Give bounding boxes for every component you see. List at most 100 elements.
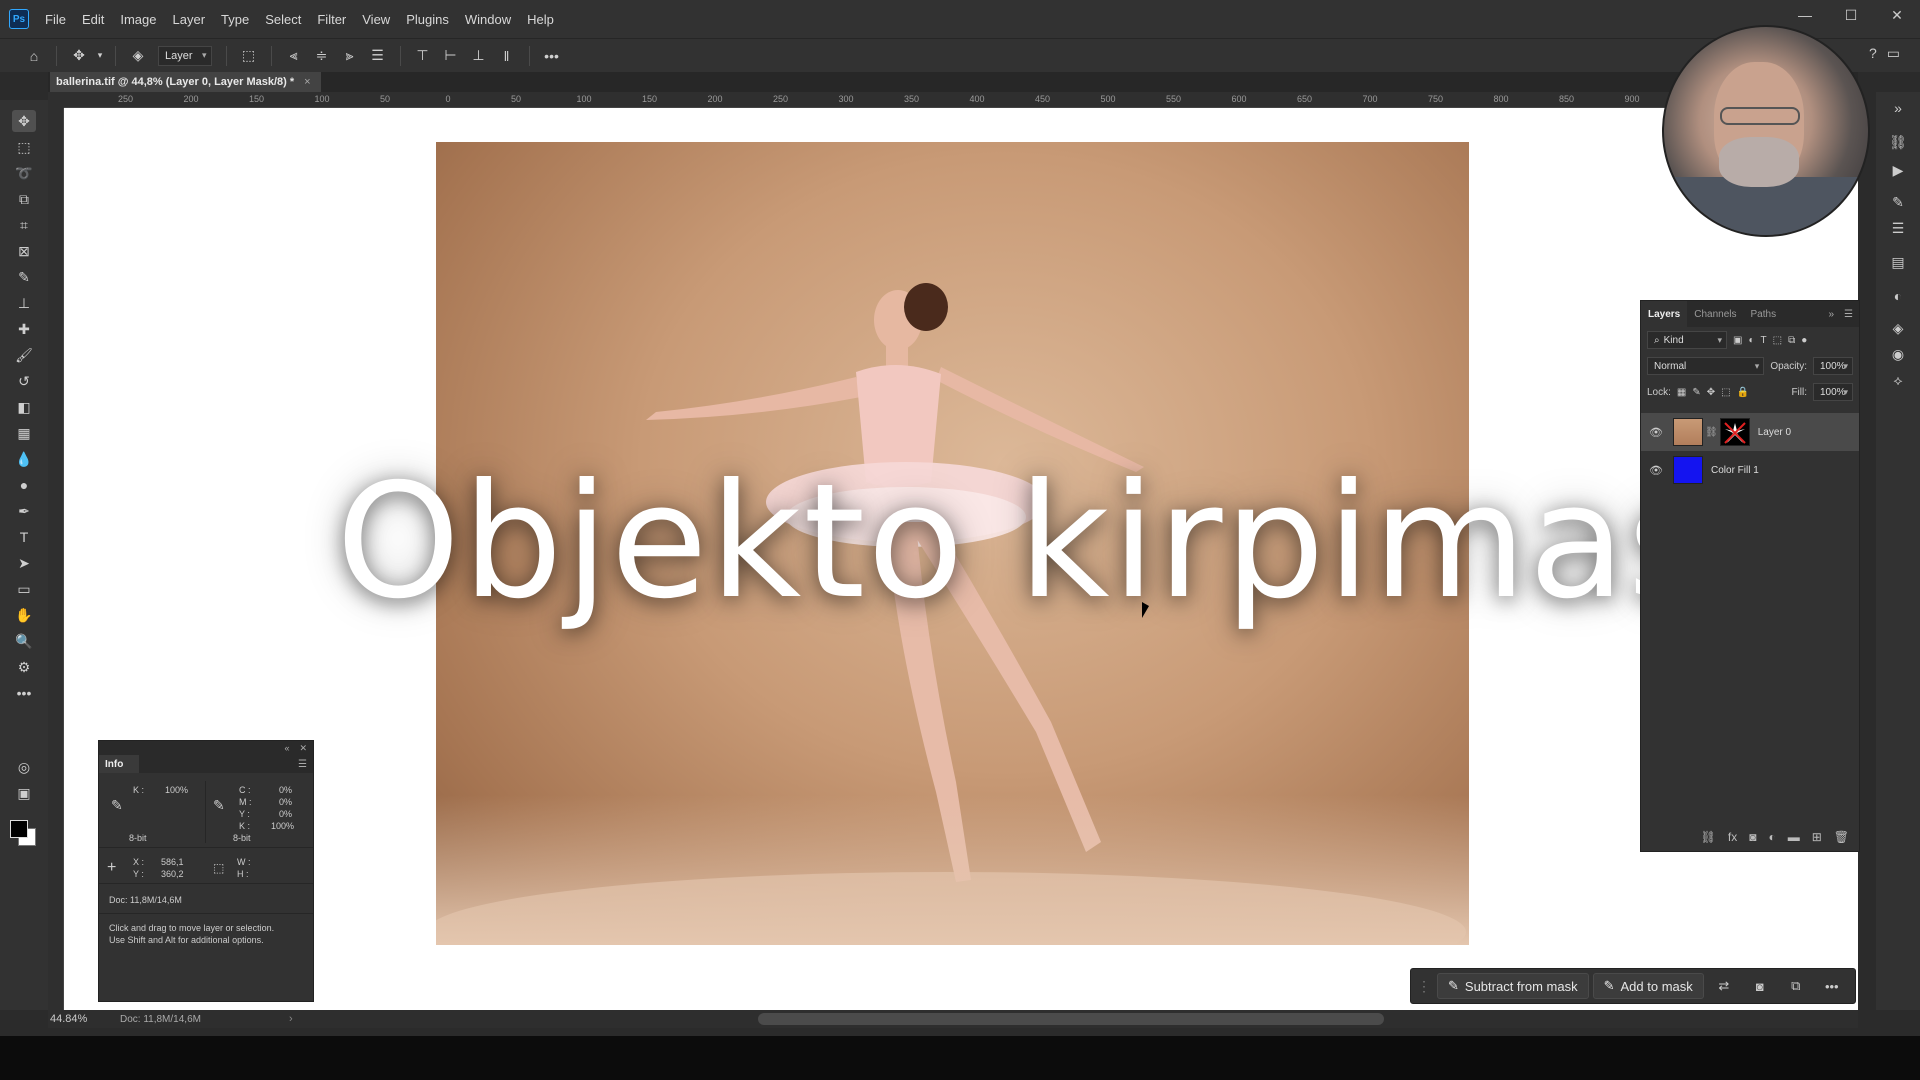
new-group-icon[interactable]: ▬ — [1788, 830, 1800, 844]
menu-window[interactable]: Window — [457, 0, 519, 38]
zoom-tool-icon[interactable]: 🔍 — [12, 630, 36, 652]
quick-mask-icon[interactable]: ◎ — [12, 756, 36, 778]
vertical-ruler[interactable] — [48, 108, 64, 1010]
filter-kind-dropdown[interactable]: ⌕ Kind — [1647, 331, 1727, 349]
hand-tool-icon[interactable]: ✋ — [12, 604, 36, 626]
healing-brush-icon[interactable]: ✚ — [12, 318, 36, 340]
marquee-tool-icon[interactable]: ⬚ — [12, 136, 36, 158]
properties-icon[interactable]: ☰ — [1888, 218, 1908, 238]
align-top-icon[interactable]: ⊤ — [411, 44, 435, 68]
move-tool-icon[interactable]: ✥ — [67, 44, 91, 68]
filter-smart-icon[interactable]: ⧉ — [1788, 335, 1795, 346]
eraser-tool-icon[interactable]: ◧ — [12, 396, 36, 418]
layer-mask-thumbnail[interactable] — [1719, 418, 1750, 446]
menu-edit[interactable]: Edit — [74, 0, 112, 38]
eyedropper-tool-icon[interactable]: ✎ — [12, 266, 36, 288]
more-options-icon[interactable]: ••• — [540, 44, 564, 68]
align-middle-icon[interactable]: ⊢ — [439, 44, 463, 68]
delete-layer-icon[interactable]: 🗑 — [1834, 830, 1849, 844]
move-tool-icon[interactable]: ✥ — [12, 110, 36, 132]
help-icon[interactable]: ? — [1869, 45, 1877, 62]
lock-position-icon[interactable]: ✥ — [1707, 387, 1715, 398]
menu-layer[interactable]: Layer — [165, 0, 214, 38]
maximize-icon[interactable]: ☐ — [1828, 0, 1874, 30]
collapse-icon[interactable]: « — [284, 743, 289, 753]
opacity-field[interactable]: 100% — [1813, 357, 1853, 375]
align-center-icon[interactable]: ≑ — [310, 44, 334, 68]
filter-adjustment-icon[interactable]: ◐ — [1748, 335, 1754, 346]
tab-channels[interactable]: Channels — [1687, 301, 1743, 327]
lock-artboard-icon[interactable]: ⬚ — [1721, 387, 1730, 398]
lock-transparent-icon[interactable]: ▦ — [1677, 387, 1686, 398]
menu-select[interactable]: Select — [257, 0, 309, 38]
menu-help[interactable]: Help — [519, 0, 562, 38]
filter-pixel-icon[interactable]: ▣ — [1733, 335, 1742, 346]
close-icon[interactable]: ✕ — [1874, 0, 1920, 30]
lasso-tool-icon[interactable]: ➰ — [12, 162, 36, 184]
link-layers-icon[interactable]: ⛓ — [1701, 830, 1716, 844]
pen-tool-icon[interactable]: ✒ — [12, 500, 36, 522]
layer-row-layer-0[interactable]: 👁 ⛓ Layer 0 — [1641, 413, 1859, 451]
more-icon[interactable]: ••• — [1816, 973, 1848, 999]
layer-row-color-fill-1[interactable]: 👁 Color Fill 1 — [1641, 451, 1859, 489]
new-adjustment-icon[interactable]: ◐ — [1768, 830, 1775, 844]
filter-shape-icon[interactable]: ⬚ — [1773, 335, 1782, 346]
crop-tool-icon[interactable]: ⌗ — [12, 214, 36, 236]
home-icon[interactable]: ⌂ — [22, 44, 46, 68]
close-icon[interactable]: ✕ — [299, 743, 307, 754]
foreground-color-swatch[interactable] — [10, 820, 28, 838]
zoom-level[interactable]: 44.84% — [50, 1013, 120, 1025]
dodge-tool-icon[interactable]: ● — [12, 474, 36, 496]
menu-filter[interactable]: Filter — [309, 0, 354, 38]
distribute-icon[interactable]: ☰ — [366, 44, 390, 68]
more-tools-icon[interactable]: ••• — [12, 682, 36, 704]
workspace-icon[interactable]: ▭ — [1887, 45, 1900, 62]
type-tool-icon[interactable]: T — [12, 526, 36, 548]
apply-mask-icon[interactable]: ⧉ — [1780, 973, 1812, 999]
tab-layers[interactable]: Layers — [1641, 301, 1688, 327]
expand-panels-icon[interactable]: » — [1888, 98, 1908, 118]
transform-controls-icon[interactable]: ⬚ — [237, 44, 261, 68]
mask-options-icon[interactable]: ◙ — [1744, 973, 1776, 999]
visibility-eye-icon[interactable]: 👁 — [1649, 426, 1665, 439]
menu-file[interactable]: File — [37, 0, 74, 38]
invert-mask-icon[interactable]: ⇄ — [1708, 973, 1740, 999]
history-brush-icon[interactable]: ↺ — [12, 370, 36, 392]
align-left-icon[interactable]: ⫷ — [282, 44, 306, 68]
menu-view[interactable]: View — [354, 0, 398, 38]
fx-icon[interactable]: fx — [1728, 830, 1737, 844]
menu-type[interactable]: Type — [213, 0, 257, 38]
actions-icon[interactable]: ▶ — [1888, 160, 1908, 180]
add-mask-icon[interactable]: ◙ — [1749, 830, 1756, 844]
panel-menu-icon[interactable]: ☰ — [1838, 309, 1859, 320]
blur-tool-icon[interactable]: 💧 — [12, 448, 36, 470]
paths-dock-icon[interactable]: ⟡ — [1888, 370, 1908, 390]
history-icon[interactable]: ▤ — [1888, 252, 1908, 272]
auto-select-dropdown[interactable]: Layer — [158, 45, 212, 66]
screen-mode-icon[interactable]: ▣ — [12, 782, 36, 804]
align-right-icon[interactable]: ⫸ — [338, 44, 362, 68]
status-expand-icon[interactable]: › — [289, 1013, 293, 1025]
blend-mode-dropdown[interactable]: Normal — [1647, 357, 1765, 375]
layers-dock-icon[interactable]: ◈ — [1888, 318, 1908, 338]
brush-tool-icon[interactable]: 🖌 — [12, 344, 36, 366]
horizontal-ruler[interactable]: 250 200 150 100 50 0 50 100 150 200 250 300 350 400 45… — [64, 92, 1858, 108]
close-tab-icon[interactable]: × — [304, 76, 310, 88]
add-to-mask-button[interactable]: ✎ Add to mask — [1592, 973, 1704, 999]
subtract-from-mask-button[interactable]: ✎ Subtract from mask — [1437, 973, 1589, 999]
edit-toolbar-icon[interactable]: ⚙ — [12, 656, 36, 678]
panel-menu-icon[interactable]: ☰ — [298, 759, 313, 770]
filter-toggle-icon[interactable]: ● — [1801, 335, 1807, 346]
adjustments-icon[interactable]: ◐ — [1888, 286, 1908, 306]
mask-link-icon[interactable]: ⛓ — [1705, 427, 1718, 438]
auto-select-icon[interactable]: ◈ — [126, 44, 150, 68]
horizontal-scrollbar[interactable] — [758, 1013, 1384, 1025]
menu-plugins[interactable]: Plugins — [398, 0, 457, 38]
lock-all-icon[interactable]: 🔒 — [1737, 387, 1749, 398]
chevron-down-icon[interactable]: ▾ — [95, 44, 105, 68]
menu-image[interactable]: Image — [112, 0, 164, 38]
visibility-eye-icon[interactable]: 👁 — [1649, 464, 1665, 477]
new-layer-icon[interactable]: ⊞ — [1812, 830, 1822, 844]
fill-field[interactable]: 100% — [1813, 383, 1853, 401]
stamp-tool-icon[interactable]: ⊥ — [12, 292, 36, 314]
